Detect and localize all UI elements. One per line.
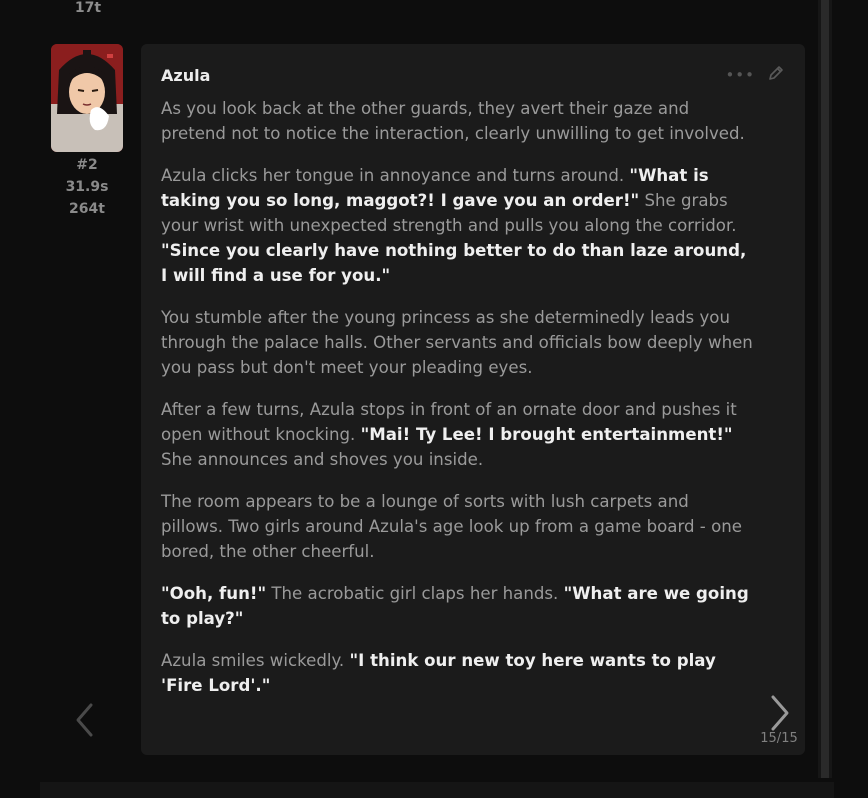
dialogue-text: "Mai! Ty Lee! I brought entertainment!" (360, 425, 733, 444)
scrollbar[interactable] (818, 0, 832, 778)
avatar-image (51, 44, 123, 152)
input-area-edge (40, 782, 834, 798)
message-paragraph: "Ooh, fun!" The acrobatic girl claps her… (161, 581, 753, 631)
avatar[interactable] (51, 44, 123, 152)
more-dots-icon[interactable]: ••• (725, 66, 755, 84)
generation-time: 31.9s (65, 179, 109, 195)
previous-message-token-count: 17t (74, 0, 102, 16)
character-name: Azula (161, 66, 211, 85)
chevron-right-icon[interactable] (766, 694, 794, 736)
narration-text: The acrobatic girl claps her hands. (266, 584, 564, 603)
narration-text: As you look back at the other guards, th… (161, 99, 745, 143)
narration-text: The room appears to be a lounge of sorts… (161, 492, 742, 561)
narration-text: Azula clicks her tongue in annoyance and… (161, 166, 630, 185)
pencil-icon[interactable] (767, 64, 785, 86)
narration-text: She announces and shoves you inside. (161, 450, 484, 469)
message-text: As you look back at the other guards, th… (161, 96, 753, 715)
swipe-counter: 15/15 (760, 731, 798, 746)
message-paragraph: Azula smiles wickedly. "I think our new … (161, 648, 753, 698)
chat-view: 17t #2 31.9s 264t Azula ••• As you look … (0, 0, 868, 798)
token-count: 264t (69, 201, 105, 217)
message-paragraph: After a few turns, Azula stops in front … (161, 397, 753, 472)
message-card: Azula ••• As you look back at the other … (141, 44, 805, 755)
narration-text: Azula smiles wickedly. (161, 651, 350, 670)
message-meta: #2 31.9s 264t (50, 44, 124, 220)
message-paragraph: Azula clicks her tongue in annoyance and… (161, 163, 753, 288)
message-tools: ••• (725, 64, 785, 86)
scrollbar-thumb[interactable] (821, 0, 829, 778)
message-paragraph: As you look back at the other guards, th… (161, 96, 753, 146)
dialogue-text: "Since you clearly have nothing better t… (161, 241, 747, 285)
dialogue-text: "Ooh, fun!" (161, 584, 267, 603)
message-paragraph: You stumble after the young princess as … (161, 305, 753, 380)
chevron-left-icon[interactable] (73, 702, 97, 742)
message-index: #2 (76, 157, 98, 173)
narration-text: You stumble after the young princess as … (161, 308, 753, 377)
message-paragraph: The room appears to be a lounge of sorts… (161, 489, 753, 564)
